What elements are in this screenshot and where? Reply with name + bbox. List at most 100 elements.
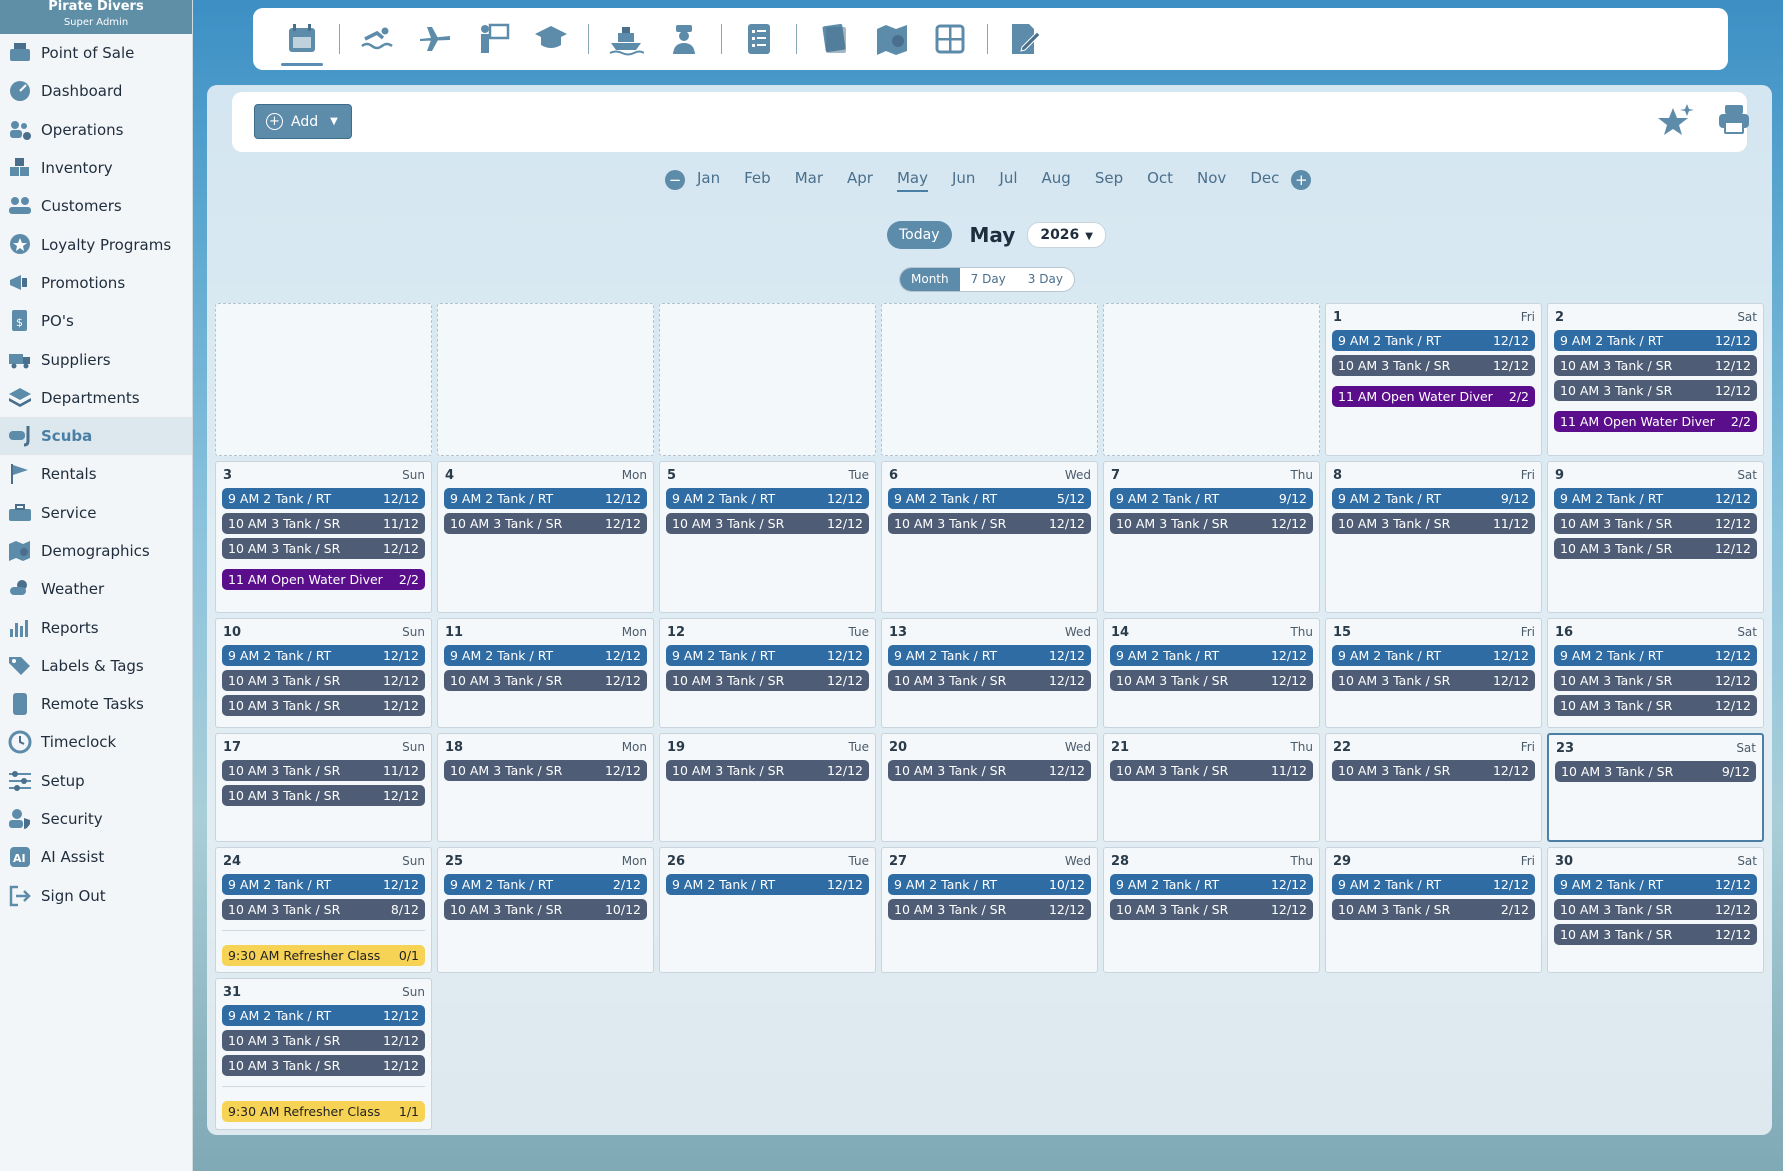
calendar-button[interactable] bbox=[281, 16, 323, 66]
sidebar-item-ai-assist[interactable]: AI AI Assist bbox=[0, 838, 192, 876]
calendar-event[interactable]: 10 AM 3 Tank / SR 12/12 bbox=[1554, 899, 1757, 920]
calendar-day-29[interactable]: 29 Fri 9 AM 2 Tank / RT 12/12 10 AM 3 Tank /… bbox=[1325, 847, 1542, 973]
sidebar-item-reports[interactable]: Reports bbox=[0, 608, 192, 646]
calendar-event[interactable]: 9:30 AM Refresher Class 1/1 bbox=[222, 1101, 425, 1122]
sidebar-item-dashboard[interactable]: Dashboard bbox=[0, 72, 192, 110]
calendar-event[interactable]: 10 AM 3 Tank / SR 12/12 bbox=[1332, 670, 1535, 691]
calendar-event[interactable]: 10 AM 3 Tank / SR 11/12 bbox=[222, 513, 425, 534]
add-button[interactable]: + Add ▼ bbox=[254, 104, 352, 139]
calendar-event[interactable]: 10 AM 3 Tank / SR 12/12 bbox=[222, 785, 425, 806]
calendar-event[interactable]: 10 AM 3 Tank / SR 12/12 bbox=[1554, 355, 1757, 376]
calendar-day-7[interactable]: 7 Thu 9 AM 2 Tank / RT 9/12 10 AM 3 Tank / S… bbox=[1103, 461, 1320, 613]
calendar-day-30[interactable]: 30 Sat 9 AM 2 Tank / RT 12/12 10 AM 3 Tank /… bbox=[1547, 847, 1764, 973]
calendar-day-21[interactable]: 21 Thu 10 AM 3 Tank / SR 11/12 bbox=[1103, 733, 1320, 842]
calendar-day-10[interactable]: 10 Sun 9 AM 2 Tank / RT 12/12 10 AM 3 Tank /… bbox=[215, 618, 432, 728]
calendar-day-11[interactable]: 11 Mon 9 AM 2 Tank / RT 12/12 10 AM 3 Tank /… bbox=[437, 618, 654, 728]
month-tab-jan[interactable]: Jan bbox=[697, 169, 720, 192]
view-3-day-button[interactable]: 3 Day bbox=[1017, 268, 1074, 291]
calendar-event[interactable]: 9 AM 2 Tank / RT 10/12 bbox=[888, 874, 1091, 895]
calendar-event[interactable]: 10 AM 3 Tank / SR 12/12 bbox=[1110, 513, 1313, 534]
calendar-event[interactable]: 9 AM 2 Tank / RT 12/12 bbox=[1332, 645, 1535, 666]
favorite-star-button[interactable] bbox=[1657, 102, 1697, 142]
calendar-event[interactable]: 9 AM 2 Tank / RT 12/12 bbox=[888, 645, 1091, 666]
next-year-button[interactable]: + bbox=[1291, 170, 1312, 190]
calendar-event[interactable]: 9 AM 2 Tank / RT 2/12 bbox=[444, 874, 647, 895]
calendar-day-23[interactable]: 23 Sat 10 AM 3 Tank / SR 9/12 bbox=[1547, 733, 1764, 842]
calendar-day-5[interactable]: 5 Tue 9 AM 2 Tank / RT 12/12 10 AM 3 Tank / … bbox=[659, 461, 876, 613]
calendar-day-18[interactable]: 18 Mon 10 AM 3 Tank / SR 12/12 bbox=[437, 733, 654, 842]
calendar-event[interactable]: 10 AM 3 Tank / SR 12/12 bbox=[888, 760, 1091, 781]
book-button[interactable] bbox=[813, 16, 855, 62]
sidebar-item-suppliers[interactable]: Suppliers bbox=[0, 340, 192, 378]
calendar-event[interactable]: 10 AM 3 Tank / SR 12/12 bbox=[1554, 513, 1757, 534]
month-tab-oct[interactable]: Oct bbox=[1147, 169, 1173, 192]
calendar-event[interactable]: 10 AM 3 Tank / SR 12/12 bbox=[222, 1055, 425, 1076]
sidebar-item-customers[interactable]: Customers bbox=[0, 187, 192, 225]
calendar-event[interactable]: 10 AM 3 Tank / SR 11/12 bbox=[1332, 513, 1535, 534]
sidebar-item-point-of-sale[interactable]: Point of Sale bbox=[0, 34, 192, 72]
calendar-event[interactable]: 10 AM 3 Tank / SR 12/12 bbox=[222, 1030, 425, 1051]
month-tab-jun[interactable]: Jun bbox=[952, 169, 975, 192]
sidebar-item-departments[interactable]: Departments bbox=[0, 379, 192, 417]
calendar-day-14[interactable]: 14 Thu 9 AM 2 Tank / RT 12/12 10 AM 3 Tank /… bbox=[1103, 618, 1320, 728]
calendar-event[interactable]: 9 AM 2 Tank / RT 12/12 bbox=[444, 645, 647, 666]
calendar-event[interactable]: 10 AM 3 Tank / SR 12/12 bbox=[666, 670, 869, 691]
calendar-event[interactable]: 10 AM 3 Tank / SR 12/12 bbox=[1554, 670, 1757, 691]
calendar-event[interactable]: 11 AM Open Water Diver 2/2 bbox=[1554, 411, 1757, 432]
sidebar-item-sign-out[interactable]: Sign Out bbox=[0, 877, 192, 915]
calendar-event[interactable]: 10 AM 3 Tank / SR 2/12 bbox=[1332, 899, 1535, 920]
sidebar-item-po-s[interactable]: $ PO's bbox=[0, 302, 192, 340]
calendar-day-28[interactable]: 28 Thu 9 AM 2 Tank / RT 12/12 10 AM 3 Tank /… bbox=[1103, 847, 1320, 973]
grid-button[interactable] bbox=[929, 16, 971, 62]
month-tab-nov[interactable]: Nov bbox=[1197, 169, 1226, 192]
calendar-event[interactable]: 9 AM 2 Tank / RT 9/12 bbox=[1332, 488, 1535, 509]
calendar-day-1[interactable]: 1 Fri 9 AM 2 Tank / RT 12/12 10 AM 3 Tank / … bbox=[1325, 303, 1542, 456]
calendar-event[interactable]: 10 AM 3 Tank / SR 12/12 bbox=[1332, 760, 1535, 781]
calendar-event[interactable]: 9 AM 2 Tank / RT 12/12 bbox=[222, 1005, 425, 1026]
print-button[interactable] bbox=[1717, 102, 1751, 140]
sidebar-item-rentals[interactable]: Rentals bbox=[0, 455, 192, 493]
sidebar-item-operations[interactable]: Operations bbox=[0, 111, 192, 149]
calendar-event[interactable]: 9 AM 2 Tank / RT 12/12 bbox=[444, 488, 647, 509]
captain-button[interactable] bbox=[663, 16, 705, 62]
calendar-event[interactable]: 9 AM 2 Tank / RT 12/12 bbox=[1332, 874, 1535, 895]
sidebar-item-loyalty-programs[interactable]: Loyalty Programs bbox=[0, 225, 192, 263]
calendar-event[interactable]: 10 AM 3 Tank / SR 12/12 bbox=[888, 513, 1091, 534]
calendar-event[interactable]: 10 AM 3 Tank / SR 12/12 bbox=[1554, 695, 1757, 716]
calendar-event[interactable]: 10 AM 3 Tank / SR 12/12 bbox=[1332, 355, 1535, 376]
calendar-event[interactable]: 10 AM 3 Tank / SR 12/12 bbox=[1554, 924, 1757, 945]
calendar-day-2[interactable]: 2 Sat 9 AM 2 Tank / RT 12/12 10 AM 3 Tank / … bbox=[1547, 303, 1764, 456]
calendar-event[interactable]: 9:30 AM Refresher Class 0/1 bbox=[222, 945, 425, 966]
calendar-event[interactable]: 10 AM 3 Tank / SR 12/12 bbox=[1554, 380, 1757, 401]
calendar-day-22[interactable]: 22 Fri 10 AM 3 Tank / SR 12/12 bbox=[1325, 733, 1542, 842]
sidebar-item-weather[interactable]: Weather bbox=[0, 570, 192, 608]
calendar-day-24[interactable]: 24 Sun 9 AM 2 Tank / RT 12/12 10 AM 3 Tank /… bbox=[215, 847, 432, 973]
calendar-day-8[interactable]: 8 Fri 9 AM 2 Tank / RT 9/12 10 AM 3 Tank / S… bbox=[1325, 461, 1542, 613]
calendar-day-25[interactable]: 25 Mon 9 AM 2 Tank / RT 2/12 10 AM 3 Tank / … bbox=[437, 847, 654, 973]
sidebar-item-timeclock[interactable]: Timeclock bbox=[0, 723, 192, 761]
calendar-event[interactable]: 10 AM 3 Tank / SR 12/12 bbox=[888, 899, 1091, 920]
calendar-event[interactable]: 9 AM 2 Tank / RT 12/12 bbox=[666, 645, 869, 666]
swimmer-button[interactable] bbox=[356, 16, 398, 62]
calendar-day-3[interactable]: 3 Sun 9 AM 2 Tank / RT 12/12 10 AM 3 Tank / … bbox=[215, 461, 432, 613]
month-tab-jul[interactable]: Jul bbox=[999, 169, 1017, 192]
calendar-event[interactable]: 10 AM 3 Tank / SR 12/12 bbox=[888, 670, 1091, 691]
calendar-event[interactable]: 10 AM 3 Tank / SR 12/12 bbox=[444, 760, 647, 781]
view-7-day-button[interactable]: 7 Day bbox=[960, 268, 1017, 291]
sidebar-item-security[interactable]: Security bbox=[0, 800, 192, 838]
month-tab-sep[interactable]: Sep bbox=[1095, 169, 1123, 192]
calendar-day-4[interactable]: 4 Mon 9 AM 2 Tank / RT 12/12 10 AM 3 Tank / … bbox=[437, 461, 654, 613]
calendar-day-15[interactable]: 15 Fri 9 AM 2 Tank / RT 12/12 10 AM 3 Tank /… bbox=[1325, 618, 1542, 728]
calendar-event[interactable]: 9 AM 2 Tank / RT 12/12 bbox=[1554, 488, 1757, 509]
calendar-event[interactable]: 10 AM 3 Tank / SR 10/12 bbox=[444, 899, 647, 920]
calendar-event[interactable]: 10 AM 3 Tank / SR 12/12 bbox=[222, 538, 425, 559]
calendar-day-20[interactable]: 20 Wed 10 AM 3 Tank / SR 12/12 bbox=[881, 733, 1098, 842]
edit-document-button[interactable] bbox=[1004, 16, 1046, 62]
calendar-day-16[interactable]: 16 Sat 9 AM 2 Tank / RT 12/12 10 AM 3 Tank /… bbox=[1547, 618, 1764, 728]
calendar-day-9[interactable]: 9 Sat 9 AM 2 Tank / RT 12/12 10 AM 3 Tank / … bbox=[1547, 461, 1764, 613]
calendar-day-31[interactable]: 31 Sun 9 AM 2 Tank / RT 12/12 10 AM 3 Tank /… bbox=[215, 978, 432, 1130]
calendar-event[interactable]: 9 AM 2 Tank / RT 12/12 bbox=[1554, 874, 1757, 895]
view-month-button[interactable]: Month bbox=[900, 268, 960, 291]
calendar-event[interactable]: 10 AM 3 Tank / SR 12/12 bbox=[1110, 670, 1313, 691]
calendar-event[interactable]: 10 AM 3 Tank / SR 12/12 bbox=[444, 670, 647, 691]
